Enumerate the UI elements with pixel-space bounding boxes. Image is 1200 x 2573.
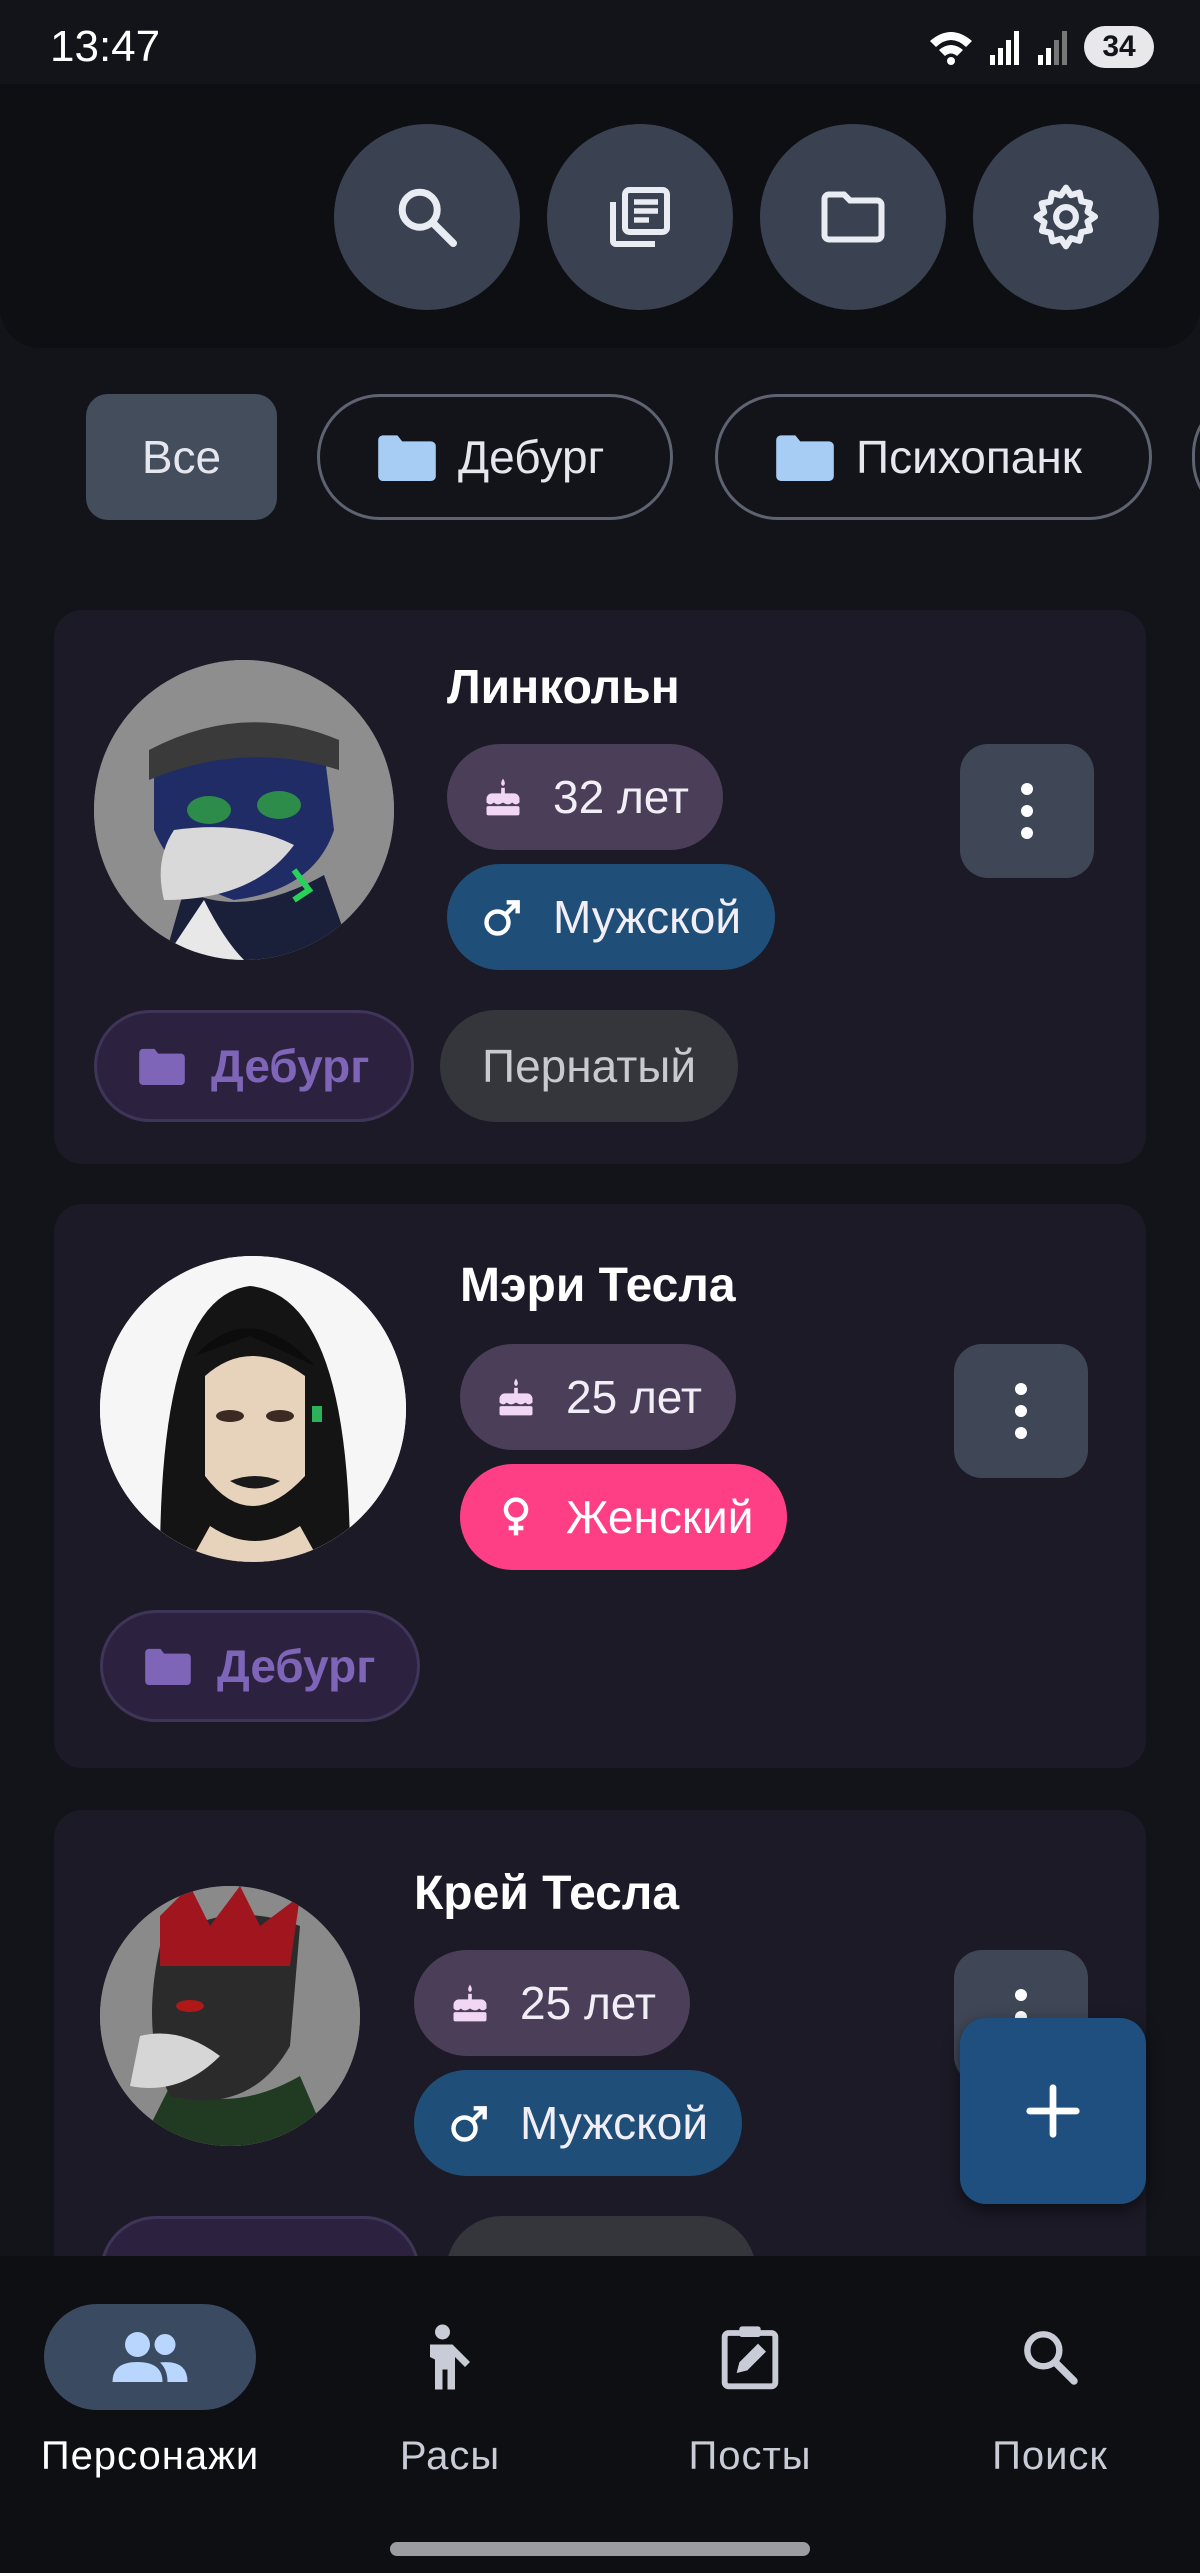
folder-tag[interactable]: Дебург <box>94 1010 415 1122</box>
cake-icon <box>486 778 520 816</box>
edit-post-icon <box>721 2326 779 2390</box>
cake-icon <box>499 1378 533 1416</box>
signal-icon <box>990 31 1019 65</box>
age-label: 25 лет <box>566 1371 702 1423</box>
character-avatar <box>100 1886 360 2146</box>
chip-folder-label: Психопанк <box>856 431 1082 483</box>
age-badge: 25 лет <box>460 1344 736 1450</box>
character-card[interactable]: Линкольн 32 лет Мужской Дебург Пернатый <box>54 610 1146 1164</box>
status-time: 13:47 <box>50 22 161 71</box>
more-vert-icon <box>1021 783 1033 839</box>
chip-folder-deburg[interactable]: Дебург <box>317 394 673 520</box>
more-options-button[interactable] <box>960 744 1094 878</box>
status-bar: 13:47 34 <box>0 0 1200 96</box>
nav-icon-container <box>644 2304 856 2410</box>
female-icon <box>503 1497 529 1536</box>
character-card[interactable]: Мэри Тесла 25 лет Женский Дебург <box>54 1204 1146 1768</box>
avatar-image <box>94 660 394 960</box>
folder-icon <box>776 435 834 481</box>
folder-tag-label: Дебург <box>217 1640 376 1692</box>
chip-all[interactable]: Все <box>86 394 277 520</box>
male-icon <box>451 2106 487 2142</box>
gender-label: Мужской <box>553 891 742 943</box>
nav-item-search[interactable]: Поиск <box>900 2304 1200 2484</box>
character-name: Крей Тесла <box>414 1867 680 1920</box>
gender-badge: Мужской <box>414 2070 743 2176</box>
age-badge: 32 лет <box>447 744 723 850</box>
folder-tag[interactable]: Дебург <box>100 1610 421 1722</box>
character-avatar <box>94 660 394 960</box>
character-name: Мэри Тесла <box>460 1259 736 1312</box>
folder-icon <box>821 191 885 243</box>
race-tag[interactable]: Пернатый <box>440 1010 739 1122</box>
bottom-navigation: Персонажи Расы Посты Поиск <box>0 2256 1200 2573</box>
library-icon <box>610 187 670 247</box>
search-icon <box>398 188 458 248</box>
folder-tag-label: Дебург <box>211 1040 370 1092</box>
character-name: Линкольн <box>447 661 680 714</box>
gender-label: Женский <box>566 1491 754 1543</box>
nav-item-characters[interactable]: Персонажи <box>0 2304 300 2484</box>
race-tag-label: Пернатый <box>482 1040 697 1092</box>
nav-label: Поиск <box>992 2434 1108 2478</box>
chip-all-label: Все <box>141 431 222 483</box>
nav-label: Персонажи <box>40 2434 260 2478</box>
folder-icon <box>378 435 436 481</box>
add-character-button[interactable] <box>960 2018 1146 2204</box>
nav-label: Расы <box>399 2434 501 2478</box>
nav-icon-container <box>44 2304 256 2410</box>
gender-badge: Мужской <box>447 864 776 970</box>
chip-folder-psychopunk[interactable]: Психопанк <box>715 394 1152 520</box>
male-icon <box>484 900 520 936</box>
race-tag[interactable] <box>446 2216 756 2256</box>
wifi-icon <box>930 32 972 65</box>
avatar-image <box>100 1256 406 1562</box>
plus-icon <box>1026 2084 1080 2138</box>
folders-button[interactable] <box>760 124 946 310</box>
home-indicator[interactable] <box>390 2542 810 2556</box>
status-icons: 34 <box>928 26 1154 68</box>
age-label: 25 лет <box>520 1977 656 2029</box>
chip-more[interactable] <box>1192 394 1200 520</box>
folder-icon <box>145 1648 191 1685</box>
nav-item-posts[interactable]: Посты <box>600 2304 900 2484</box>
library-button[interactable] <box>547 124 733 310</box>
figure-icon <box>430 2324 470 2390</box>
people-icon <box>112 2332 188 2382</box>
age-badge: 25 лет <box>414 1950 690 2056</box>
gender-badge: Женский <box>460 1464 788 1570</box>
more-options-button[interactable] <box>954 1344 1088 1478</box>
nav-label: Посты <box>688 2434 812 2478</box>
avatar-image <box>100 1886 360 2146</box>
battery-indicator: 34 <box>1084 26 1154 68</box>
folder-filter-chips: Все Дебург Психопанк <box>0 394 1200 520</box>
settings-icon <box>1033 184 1099 250</box>
settings-button[interactable] <box>973 124 1159 310</box>
chip-folder-label: Дебург <box>458 431 605 483</box>
age-label: 32 лет <box>553 771 689 823</box>
folder-tag[interactable] <box>100 2216 420 2256</box>
search-icon <box>1024 2331 1078 2385</box>
signal-icon-2 <box>1038 31 1067 65</box>
nav-icon-container <box>344 2304 556 2410</box>
gender-label: Мужской <box>520 2097 709 2149</box>
more-vert-icon <box>1015 1383 1027 1439</box>
search-button[interactable] <box>334 124 520 310</box>
folder-icon <box>139 1048 185 1085</box>
character-avatar <box>100 1256 406 1562</box>
cake-icon <box>453 1984 487 2022</box>
nav-item-races[interactable]: Расы <box>300 2304 600 2484</box>
nav-icon-container <box>944 2304 1156 2410</box>
